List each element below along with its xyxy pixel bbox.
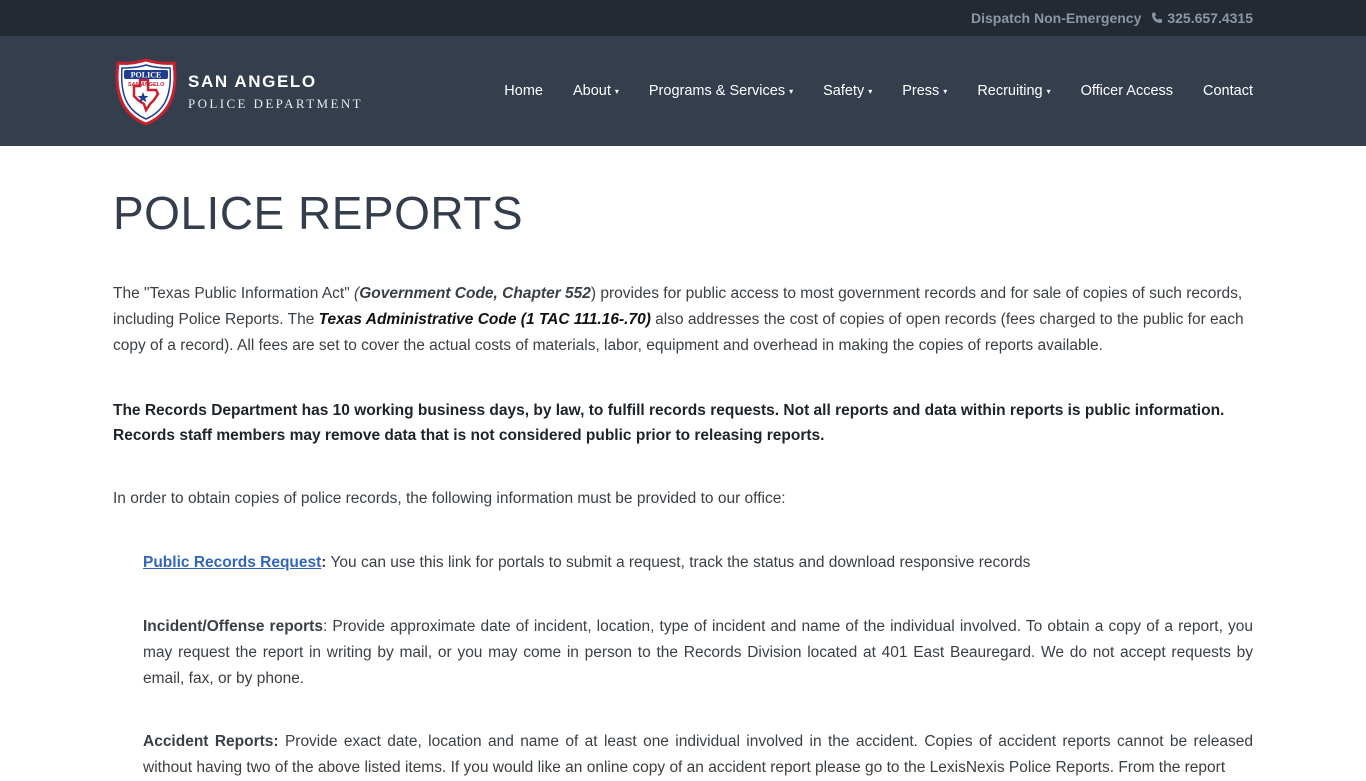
nav-programs-services[interactable]: Programs & Services ▾ xyxy=(649,83,793,99)
nav-programs-label: Programs & Services xyxy=(648,83,786,99)
dispatch-phone-link[interactable]: 325.657.4315 xyxy=(1151,10,1253,26)
admin-code-ref: Texas Administrative Code (1 TAC 111.16-… xyxy=(318,311,651,328)
public-records-item: Public Records Request: You can use this… xyxy=(143,550,1253,576)
caret-down-icon: ▾ xyxy=(868,87,873,96)
accident-reports-text: Provide exact date, location and name of… xyxy=(143,733,1253,776)
nav-contact-label: Contact xyxy=(1203,83,1253,99)
public-records-request-link[interactable]: Public Records Request xyxy=(143,554,321,571)
nav-home-label: Home xyxy=(504,83,543,99)
intro-paragraph: The "Texas Public Information Act" (Gove… xyxy=(113,281,1253,359)
badge-text-bottom: SAN ANGELO xyxy=(128,82,165,88)
caret-down-icon: ▾ xyxy=(943,87,948,96)
brand-name[interactable]: SAN ANGELO xyxy=(188,72,317,92)
nav-safety-label: Safety xyxy=(823,83,865,99)
incident-reports-item: Incident/Offense reports: Provide approx… xyxy=(143,614,1253,692)
phone-number: 325.657.4315 xyxy=(1167,10,1253,26)
nav-press[interactable]: Press ▾ xyxy=(902,83,947,99)
intro-text-1: The "Texas Public Information Act" xyxy=(113,285,355,302)
dispatch-label: Dispatch Non-Emergency xyxy=(970,10,1142,26)
caret-down-icon: ▾ xyxy=(614,87,619,96)
police-badge-logo[interactable]: POLICE SAN ANGELO xyxy=(114,58,178,126)
nav-recruiting-label: Recruiting xyxy=(977,83,1043,99)
badge-text-top: POLICE xyxy=(131,71,162,80)
brand-subtitle[interactable]: POLICE DEPARTMENT xyxy=(188,96,363,112)
nav-about[interactable]: About ▾ xyxy=(573,83,619,99)
nav-officer-access[interactable]: Officer Access xyxy=(1081,83,1173,99)
nav-safety[interactable]: Safety ▾ xyxy=(823,83,872,99)
phone-icon xyxy=(1151,12,1163,24)
nav-about-label: About xyxy=(572,83,611,99)
public-records-text: You can use this link for portals to sub… xyxy=(326,554,1031,571)
nav-home[interactable]: Home xyxy=(504,83,543,99)
caret-down-icon: ▾ xyxy=(1046,87,1051,96)
main-nav: Home About ▾ Programs & Services ▾ Safet… xyxy=(504,36,1253,146)
obtain-instructions: In order to obtain copies of police reco… xyxy=(113,490,786,507)
incident-reports-label: Incident/Offense reports xyxy=(143,618,323,635)
page-title: POLICE REPORTS xyxy=(113,187,524,239)
nav-press-label: Press xyxy=(902,83,940,99)
nav-officer-access-label: Officer Access xyxy=(1080,83,1174,99)
accident-reports-item: Accident Reports: Provide exact date, lo… xyxy=(143,729,1253,781)
accident-reports-label: Accident Reports: xyxy=(143,733,279,750)
government-code-ref: Government Code, Chapter 552 xyxy=(359,285,591,302)
records-notice: The Records Department has 10 working bu… xyxy=(113,402,1225,444)
top-bar: Dispatch Non-Emergency 325.657.4315 xyxy=(0,0,1366,36)
nav-recruiting[interactable]: Recruiting ▾ xyxy=(977,83,1050,99)
nav-contact[interactable]: Contact xyxy=(1203,83,1253,99)
caret-down-icon: ▾ xyxy=(789,87,794,96)
site-header: POLICE SAN ANGELO SAN ANGELO POLICE DEPA… xyxy=(0,36,1366,146)
dispatch-info: Dispatch Non-Emergency 325.657.4315 xyxy=(971,0,1253,36)
